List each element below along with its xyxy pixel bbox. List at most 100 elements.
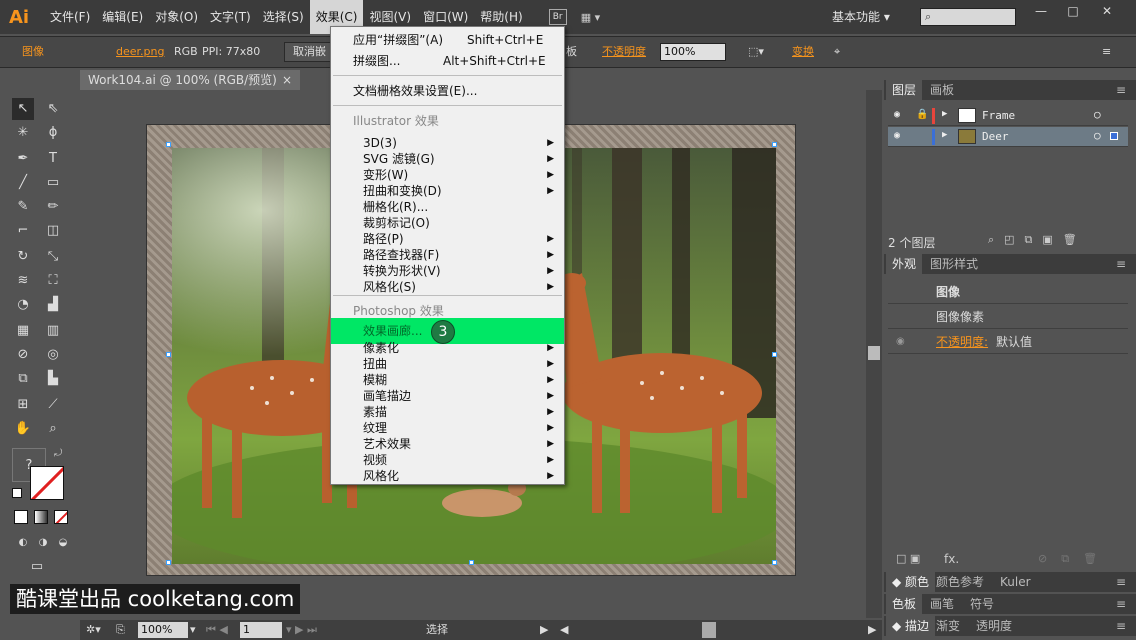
hand-tool-icon[interactable]: ✋ [12,418,34,440]
close-button[interactable]: ✕ [1094,4,1120,20]
fx-button[interactable]: fx. [944,552,959,566]
line-tool-icon[interactable]: ╱ [12,172,34,194]
menu-item-photoshop-effect[interactable]: 风格化 ▶ [331,468,564,484]
default-colors-icon[interactable] [12,488,22,498]
direct-selection-tool-icon[interactable]: ⇖ [42,98,64,120]
selection-handle[interactable] [166,142,171,147]
opacity-field[interactable]: 100% [660,43,726,61]
visibility-eye-icon[interactable]: ◉ [896,330,905,354]
menu-item-illustrator-effect[interactable]: 路径(P) ▶ [331,231,564,247]
scroll-left-icon[interactable]: ◀ [560,622,568,638]
graph-tool-icon[interactable]: ▙ [42,368,64,390]
tab-kuler[interactable]: Kuler [994,572,1037,592]
search-input[interactable]: ⌕ [920,8,1016,26]
perspective-icon[interactable]: ▟ [42,294,64,316]
document-tab[interactable]: Work104.ai @ 100% (RGB/预览) × [80,70,300,90]
rotate-icon[interactable]: ↻ [12,246,34,268]
swap-colors-icon[interactable]: ⤾ [54,448,62,459]
expand-arrow-icon[interactable]: ▶ [942,130,947,140]
tab-graphic-styles[interactable]: 图形样式 [924,254,984,274]
tab-layers[interactable]: 图层 [886,80,923,100]
add-stroke-icon[interactable]: □ ▣ [896,552,920,565]
menu-item-photoshop-effect[interactable]: 像素化 ▶ [331,340,564,356]
bridge-button[interactable]: Br [548,9,567,25]
lasso-icon[interactable]: ϕ [42,122,64,144]
scale-icon[interactable]: ⤡ [42,246,64,268]
menu-item-last-effect[interactable]: 拼缀图... Alt+Shift+Ctrl+E [331,53,564,69]
selection-indicator[interactable] [1110,132,1118,140]
none-mode-icon[interactable] [54,510,68,524]
arrange-documents-icon[interactable]: ▦ ▾ [581,9,607,25]
type-tool-icon[interactable]: T [42,148,64,170]
status-options-icon[interactable]: ✲▾ [86,622,101,638]
panel-menu-icon[interactable]: ≡ [1110,616,1132,636]
stroke-swatch[interactable] [30,466,64,500]
tab-color[interactable]: ◆ 颜色 [886,572,936,592]
menu-item-illustrator-effect[interactable]: 扭曲和变换(D) ▶ [331,183,564,199]
scrollbar-thumb[interactable] [868,346,880,360]
zoom-field[interactable]: 100% [138,622,188,638]
export-icon[interactable]: ⎘ [116,622,125,638]
layer-name[interactable]: Frame [982,109,1015,122]
menu-type[interactable]: 文字(T) [204,0,257,34]
menu-item-photoshop-effect[interactable]: 视频 ▶ [331,452,564,468]
vertical-scrollbar[interactable] [866,90,882,618]
blend-icon[interactable]: ◎ [42,344,64,366]
file-name-link[interactable]: deer.png [116,37,164,67]
draw-behind-icon[interactable]: ◑ [32,532,54,554]
layer-row-frame[interactable]: ◉ 🔒 ▶ Frame ○ [888,106,1128,126]
scroll-right-icon[interactable]: ▶ [868,622,876,638]
tab-gradient[interactable]: 渐变 [930,616,966,636]
tab-transparency[interactable]: 透明度 [970,616,1018,636]
tab-brushes[interactable]: 画笔 [924,594,960,614]
menu-item-photoshop-effect[interactable]: 艺术效果 ▶ [331,436,564,452]
align-icon[interactable]: ⬚▾ [748,37,764,67]
rectangle-tool-icon[interactable]: ▭ [42,172,64,194]
magic-wand-icon[interactable]: ✳ [12,122,34,144]
target-circle-icon[interactable]: ○ [1094,108,1101,121]
menu-item-illustrator-effect[interactable]: 3D(3) ▶ [331,135,564,151]
zoom-dropdown-icon[interactable]: ▾ [190,622,196,638]
gradient-icon[interactable]: ▥ [42,320,64,342]
menu-item-photoshop-effect[interactable]: 模糊 ▶ [331,372,564,388]
symbol-sprayer-icon[interactable]: ⧉ [12,368,34,390]
menu-item-photoshop-effect[interactable]: 画笔描边 ▶ [331,388,564,404]
visibility-eye-icon[interactable]: ◉ [894,130,900,141]
selection-handle[interactable] [772,352,777,357]
width-tool-icon[interactable]: ≋ [12,270,34,292]
free-transform-icon[interactable]: ⛶ [42,270,64,292]
pen-tool-icon[interactable]: ✒ [12,148,34,170]
screen-mode-icon[interactable]: ▭ [26,556,48,578]
draw-inside-icon[interactable]: ◒ [52,532,74,554]
menu-item-raster-settings[interactable]: 文档栅格效果设置(E)... [331,83,564,99]
selection-handle[interactable] [469,560,474,565]
eyedropper-icon[interactable]: ⊘ [12,344,34,366]
tab-stroke[interactable]: ◆ 描边 [886,616,936,636]
panel-menu-icon[interactable]: ≡ [1102,37,1111,67]
horizontal-scroll-thumb[interactable] [702,622,716,638]
appearance-opacity-row[interactable]: ◉ 不透明度: 默认值 [888,330,1128,354]
tab-appearance[interactable]: 外观 [886,254,923,274]
gradient-mode-icon[interactable] [34,510,48,524]
appearance-actions-icons[interactable]: ⊘⧉🗑 [1038,552,1111,566]
mesh-icon[interactable]: ▦ [12,320,34,342]
menu-file[interactable]: 文件(F) [44,0,96,34]
selection-handle[interactable] [166,352,171,357]
menu-item-photoshop-effect[interactable]: 素描 ▶ [331,404,564,420]
menu-item-illustrator-effect[interactable]: 栅格化(R)... [331,199,564,215]
menu-item-illustrator-effect[interactable]: 变形(W) ▶ [331,167,564,183]
minimize-button[interactable]: — [1028,4,1054,20]
layer-name[interactable]: Deer [982,130,1009,143]
next-page-icon[interactable]: ▾ ▶ ⏭ [286,622,317,638]
panel-menu-icon[interactable]: ≡ [1110,572,1132,592]
menu-edit[interactable]: 编辑(E) [96,0,149,34]
selection-handle[interactable] [772,142,777,147]
menu-select[interactable]: 选择(S) [257,0,310,34]
slice-tool-icon[interactable]: ⟋ [42,394,64,416]
draw-normal-icon[interactable]: ◐ [12,532,34,554]
workspace-switcher[interactable]: 基本功能 ▾ [832,0,890,34]
color-mode-icon[interactable] [14,510,28,524]
selection-tool-icon[interactable]: ↖ [12,98,34,120]
panel-menu-icon[interactable]: ≡ [1110,80,1132,100]
tab-swatches[interactable]: 色板 [886,594,923,614]
